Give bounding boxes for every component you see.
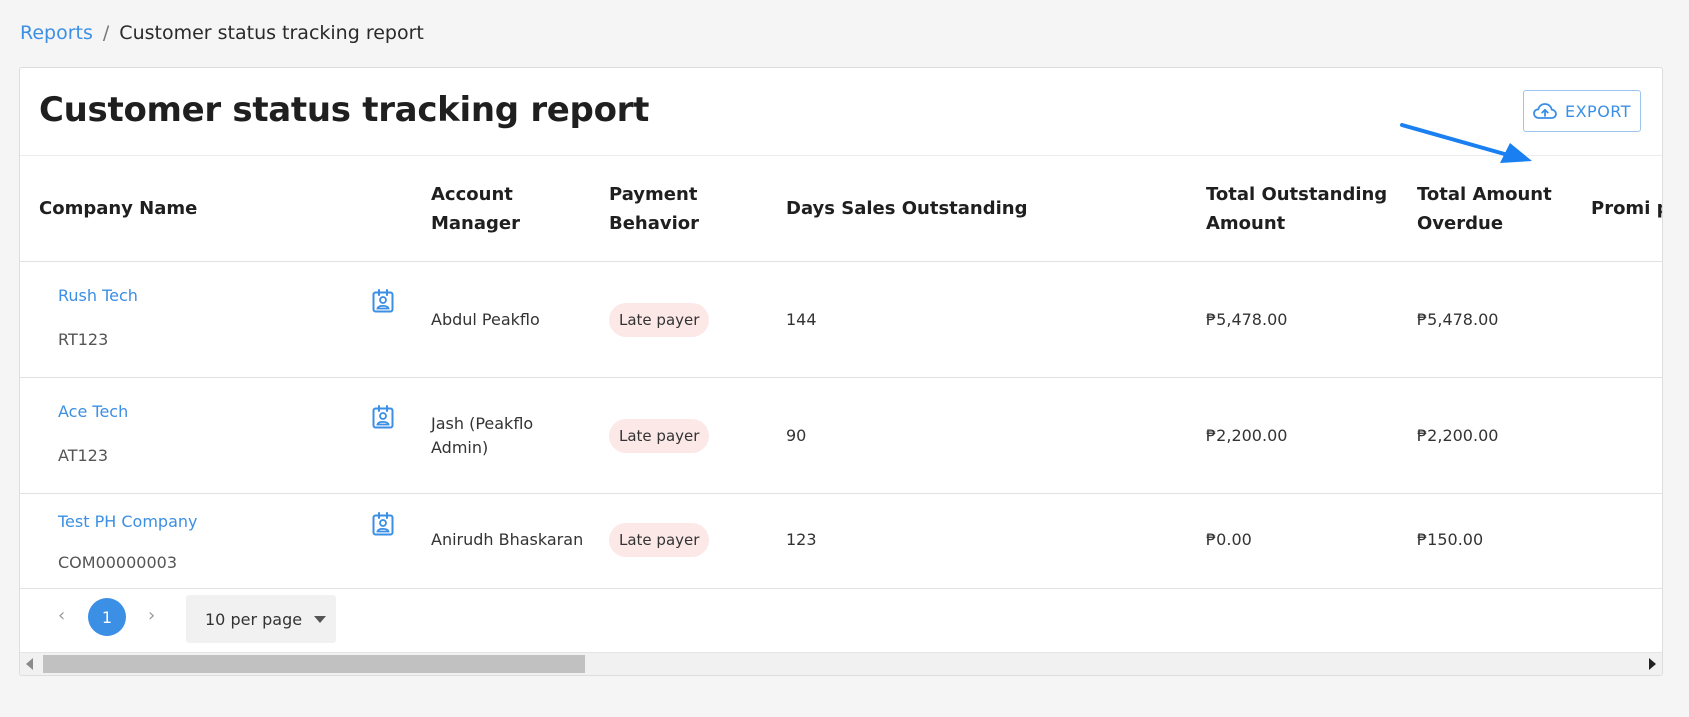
payment-behavior-cell: Late payer [590, 261, 767, 378]
scroll-right-arrow-icon[interactable] [1649, 658, 1656, 670]
total-amount-overdue: ₱2,200.00 [1398, 377, 1572, 494]
column-header-payment-behavior[interactable]: Payment Behavior [590, 156, 767, 262]
account-manager: Abdul Peakflo [412, 261, 590, 378]
status-badge: Late payer [609, 302, 710, 337]
company-cell: Test PH Company COM00000003 [20, 494, 412, 586]
page-button-current[interactable]: 1 [88, 598, 126, 636]
payment-behavior-cell: Late payer [590, 494, 767, 586]
breadcrumb-reports-link[interactable]: Reports [20, 22, 93, 44]
total-outstanding-amount: ₱2,200.00 [1187, 377, 1398, 494]
caret-down-icon [314, 615, 327, 623]
column-header-total-amount-overdue[interactable]: Total Amount Overdue [1398, 156, 1572, 262]
company-name-link[interactable]: Ace Tech [58, 402, 128, 421]
account-manager: Jash (Peakflo Admin) [412, 377, 590, 494]
table-row: Test PH Company COM00000003 Anirudh Bhas… [20, 494, 1662, 586]
export-label: EXPORT [1564, 101, 1632, 121]
company-cell: Ace Tech AT123 [20, 377, 412, 494]
per-page-select[interactable]: 10 per page [186, 595, 336, 643]
company-code: RT123 [58, 330, 109, 349]
days-sales-outstanding: 144 [767, 261, 1187, 378]
column-header-company-name[interactable]: Company Name [20, 156, 412, 262]
scrollbar-thumb[interactable] [43, 655, 585, 673]
chevron-left-icon[interactable]: ‹ [58, 605, 65, 626]
column-header-promise-to-pay[interactable]: Promi pay ar [1572, 156, 1662, 262]
days-sales-outstanding: 90 [767, 377, 1187, 494]
pagination: ‹ 1 › 10 per page [20, 588, 1662, 649]
account-manager: Anirudh Bhaskaran [431, 530, 584, 549]
breadcrumb-separator: / [102, 22, 110, 44]
report-card: Customer status tracking report EXPORT C… [19, 67, 1663, 676]
table-row: Ace Tech AT123 Jash (Peakflo Admin) Late… [20, 377, 1662, 494]
breadcrumb: Reports / Customer status tracking repor… [20, 22, 424, 44]
total-amount-overdue: ₱150.00 [1417, 530, 1484, 549]
promise-to-pay [1572, 377, 1662, 494]
cloud-upload-icon [1533, 103, 1557, 119]
column-header-total-outstanding-amount[interactable]: Total Outstanding Amount [1187, 156, 1398, 262]
total-amount-overdue: ₱5,478.00 [1398, 261, 1572, 378]
status-badge: Late payer [609, 522, 710, 557]
column-header-account-manager[interactable]: Account Manager [412, 156, 590, 262]
status-badge: Late payer [609, 418, 710, 453]
export-button[interactable]: EXPORT [1523, 90, 1641, 132]
contact-card-icon[interactable] [372, 512, 394, 536]
company-name-link[interactable]: Rush Tech [58, 286, 138, 305]
page-title: Customer status tracking report [39, 90, 650, 130]
total-outstanding-amount: ₱5,478.00 [1187, 261, 1398, 378]
days-sales-outstanding: 123 [786, 530, 817, 549]
company-name-link[interactable]: Test PH Company [58, 512, 197, 531]
column-header-days-sales-outstanding[interactable]: Days Sales Outstanding [767, 156, 1187, 262]
promise-to-pay [1572, 261, 1662, 378]
report-table: Company Name Account Manager Payment Beh… [20, 156, 1662, 585]
company-code: AT123 [58, 446, 109, 465]
company-code: COM00000003 [58, 553, 178, 572]
table-header-row: Company Name Account Manager Payment Beh… [20, 156, 1662, 262]
per-page-label: 10 per page [205, 609, 303, 629]
horizontal-scrollbar[interactable] [20, 652, 1662, 675]
promise-to-pay [1572, 494, 1662, 586]
payment-behavior-cell: Late payer [590, 377, 767, 494]
breadcrumb-current: Customer status tracking report [119, 22, 424, 44]
table-row: Rush Tech RT123 Abdul Peakflo Late payer… [20, 261, 1662, 378]
chevron-right-icon[interactable]: › [148, 605, 155, 626]
total-outstanding-amount: ₱0.00 [1206, 530, 1252, 549]
scroll-left-arrow-icon[interactable] [26, 658, 33, 670]
company-cell: Rush Tech RT123 [20, 261, 412, 378]
contact-card-icon[interactable] [372, 289, 394, 313]
contact-card-icon[interactable] [372, 405, 394, 429]
